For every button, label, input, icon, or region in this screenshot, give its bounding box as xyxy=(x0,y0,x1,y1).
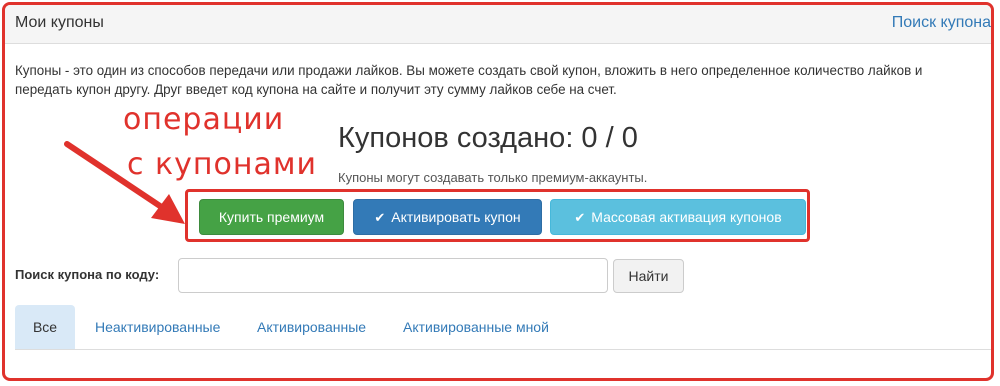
coupon-search-link[interactable]: Поиск купона xyxy=(892,14,991,32)
mass-activate-button[interactable]: ✔ Массовая активация купонов xyxy=(550,199,806,235)
intro-text: Купоны - это один из способов передачи и… xyxy=(15,63,923,97)
check-icon: ✔ xyxy=(574,210,586,225)
coupon-code-input[interactable] xyxy=(178,258,608,293)
coupon-filter-tabs: Все Неактивированные Активированные Акти… xyxy=(15,305,991,350)
screenshot-frame: Мои купоны Поиск купона Купоны - это оди… xyxy=(2,2,994,381)
mass-activate-label: Массовая активация купонов xyxy=(591,209,782,225)
activate-coupon-button[interactable]: ✔ Активировать купон xyxy=(353,199,542,235)
annotation-arrow-icon xyxy=(64,141,185,224)
buy-premium-label: Купить премиум xyxy=(218,209,325,225)
tab-not-activated[interactable]: Неактивированные xyxy=(95,305,220,349)
tab-all[interactable]: Все xyxy=(15,305,75,349)
page-title: Мои купоны xyxy=(15,14,104,31)
buy-premium-button[interactable]: Купить премиум xyxy=(199,199,344,235)
find-button[interactable]: Найти xyxy=(613,259,684,293)
check-icon: ✔ xyxy=(374,210,386,225)
panel-heading: Мои купоны Поиск купона xyxy=(5,5,991,44)
coupon-code-search-label: Поиск купона по коду: xyxy=(15,267,160,282)
tab-activated-by-me[interactable]: Активированные мной xyxy=(403,305,549,349)
coupons-created-count: Купонов создано: 0 / 0 xyxy=(338,122,638,154)
activate-coupon-label: Активировать купон xyxy=(391,209,521,225)
premium-only-note: Купоны могут создавать только премиум-ак… xyxy=(338,170,648,185)
tab-activated[interactable]: Активированные xyxy=(257,305,366,349)
